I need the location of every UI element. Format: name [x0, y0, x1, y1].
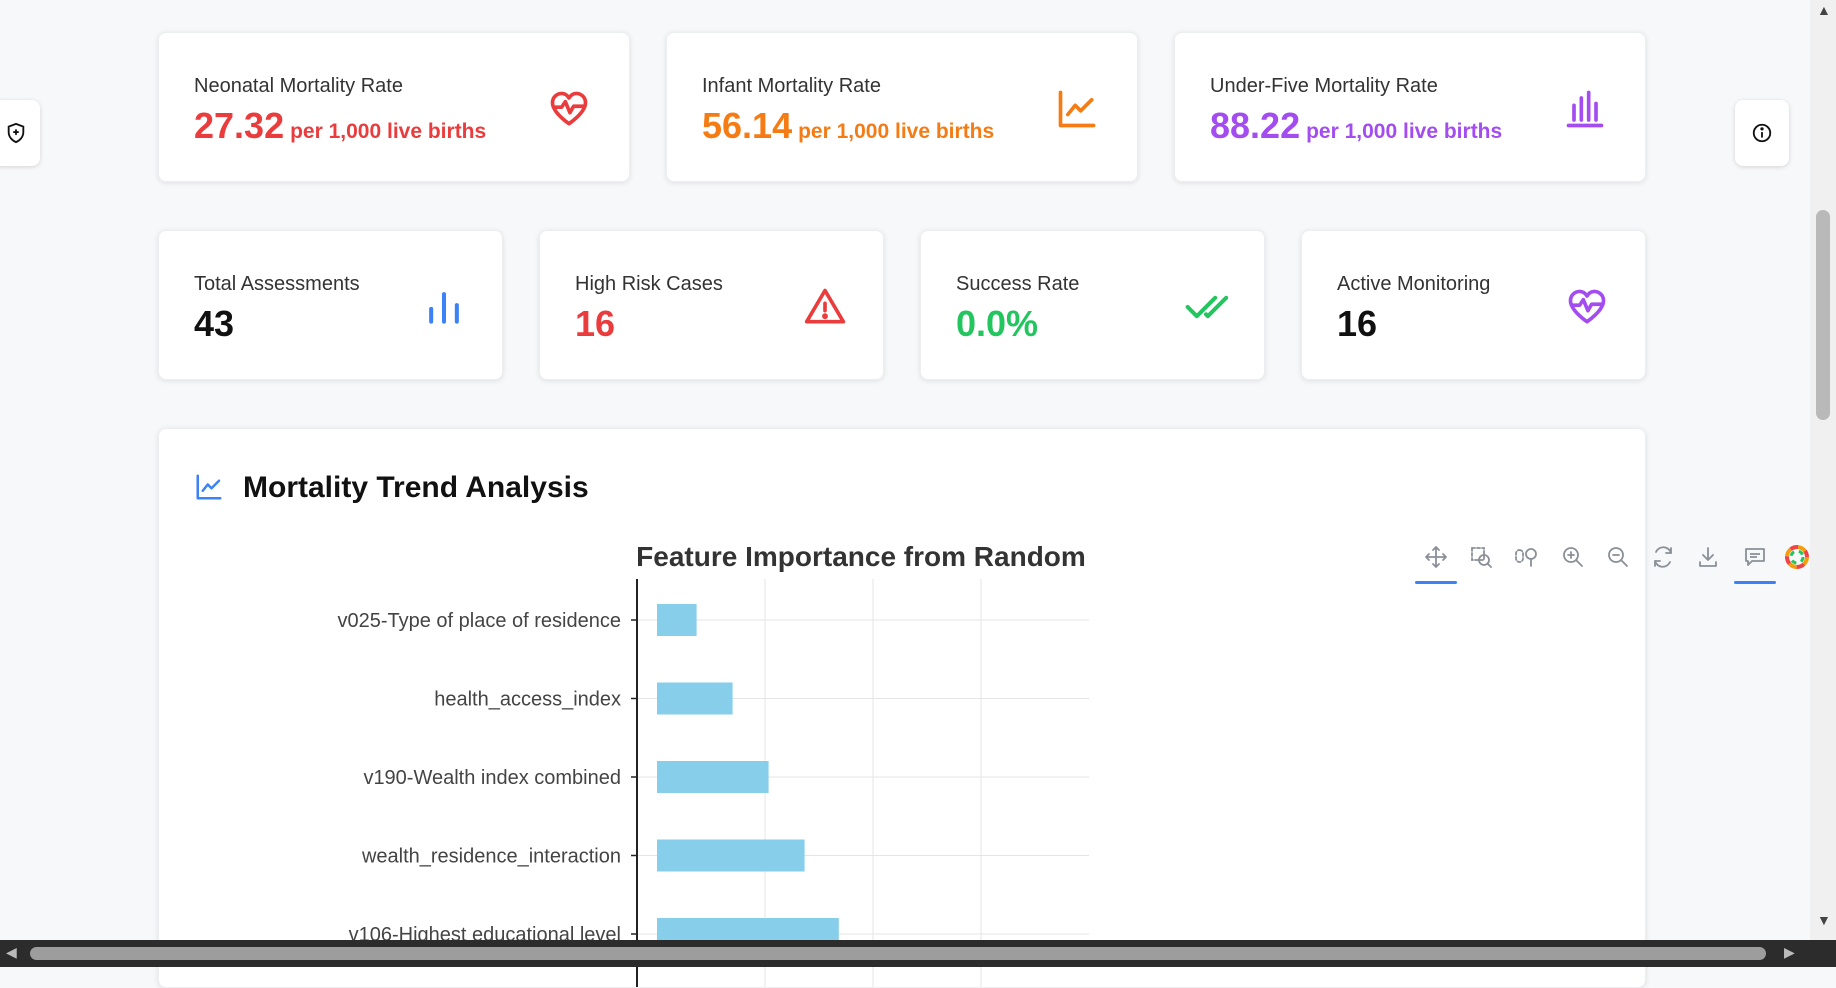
neonatal-mortality-card: Neonatal Mortality Rate 27.32 per 1,000 l…	[158, 32, 630, 182]
download-button[interactable]	[1691, 540, 1725, 574]
active-monitoring-card: Active Monitoring 16	[1301, 230, 1646, 380]
shield-icon	[7, 122, 25, 144]
box-zoom-icon	[1471, 547, 1492, 568]
move-icon	[1425, 546, 1447, 568]
chart-title: Feature Importance from Random	[636, 541, 1086, 572]
lasso-icon	[1515, 548, 1537, 567]
lasso-button[interactable]	[1509, 540, 1543, 574]
logo-button[interactable]	[1780, 540, 1814, 574]
heart-pulse-icon	[550, 91, 588, 126]
zoom-out-button[interactable]	[1601, 540, 1635, 574]
card-value: 88.22 per 1,000 live births	[1210, 105, 1502, 147]
mortality-trend-panel: Mortality Trend Analysis Feature Importa…	[158, 428, 1646, 988]
shield-button[interactable]	[0, 100, 40, 166]
card-label: Active Monitoring	[1337, 273, 1491, 295]
comment-icon	[1745, 548, 1765, 566]
bar-chart-icon	[429, 292, 459, 324]
scroll-up-arrow[interactable]: ▲	[1817, 2, 1831, 18]
warning-icon	[804, 288, 846, 324]
success-rate-card: Success Rate 0.0%	[920, 230, 1265, 380]
horizontal-scrollbar[interactable]: ◀ ▶	[0, 940, 1836, 967]
card-label: Under-Five Mortality Rate	[1210, 75, 1438, 97]
info-icon	[1752, 123, 1772, 143]
pan-button[interactable]	[1415, 540, 1457, 584]
value-unit: per 1,000 live births	[1306, 120, 1503, 143]
feature-importance-chart: Feature Importance from Random v025-Type …	[337, 541, 1089, 987]
y-tick-label: v190-Wealth index combined	[363, 767, 621, 789]
box-zoom-button[interactable]	[1464, 540, 1498, 574]
reset-icon	[1654, 546, 1672, 568]
scroll-thumb[interactable]	[1816, 210, 1830, 420]
y-tick-label: wealth_residence_interaction	[361, 846, 621, 868]
bar-chart-icon	[1566, 90, 1604, 128]
value-number: 27.32	[194, 105, 285, 146]
scroll-down-arrow[interactable]: ▼	[1817, 912, 1831, 928]
bar	[657, 761, 769, 793]
scroll-right-arrow[interactable]: ▶	[1784, 944, 1795, 961]
card-value: 27.32 per 1,000 live births	[194, 105, 486, 147]
y-tick-label: v025-Type of place of residence	[337, 610, 621, 632]
bar	[657, 604, 697, 636]
card-value: 16	[575, 303, 616, 344]
download-icon	[1699, 547, 1717, 567]
scroll-thumb[interactable]	[30, 947, 1766, 960]
bar	[657, 839, 805, 872]
value-unit: per 1,000 live births	[290, 120, 487, 143]
heart-pulse-icon	[1568, 289, 1606, 324]
total-assessments-card: Total Assessments 43	[158, 230, 503, 380]
bar	[657, 682, 733, 715]
scroll-left-arrow[interactable]: ◀	[6, 944, 17, 961]
value-number: 56.14	[702, 105, 793, 146]
card-value: 16	[1337, 303, 1378, 344]
double-check-icon	[1185, 295, 1228, 319]
card-label: High Risk Cases	[575, 273, 723, 295]
line-chart-icon	[1058, 90, 1096, 128]
zoom-out-icon	[1608, 547, 1628, 567]
high-risk-cases-card: High Risk Cases 16	[539, 230, 884, 380]
reset-button[interactable]	[1646, 540, 1680, 574]
zoom-in-button[interactable]	[1556, 540, 1590, 574]
card-value: 0.0%	[956, 303, 1039, 344]
info-button[interactable]	[1735, 100, 1789, 166]
vertical-scrollbar[interactable]: ▲ ▼	[1810, 0, 1836, 940]
logo-icon	[1785, 545, 1809, 569]
comment-button[interactable]	[1734, 540, 1776, 584]
value-number: 88.22	[1210, 105, 1301, 146]
card-value: 43	[194, 303, 235, 344]
card-label: Infant Mortality Rate	[702, 75, 881, 97]
card-label: Neonatal Mortality Rate	[194, 75, 403, 97]
card-label: Success Rate	[956, 273, 1080, 295]
value-unit: per 1,000 live births	[798, 120, 995, 143]
zoom-in-icon	[1563, 547, 1583, 567]
card-value: 56.14 per 1,000 live births	[702, 105, 994, 147]
card-label: Total Assessments	[194, 273, 360, 295]
y-tick-label: health_access_index	[434, 689, 621, 711]
infant-mortality-card: Infant Mortality Rate 56.14 per 1,000 liv…	[666, 32, 1138, 182]
under-five-mortality-card: Under-Five Mortality Rate 88.22 per 1,000…	[1174, 32, 1646, 182]
